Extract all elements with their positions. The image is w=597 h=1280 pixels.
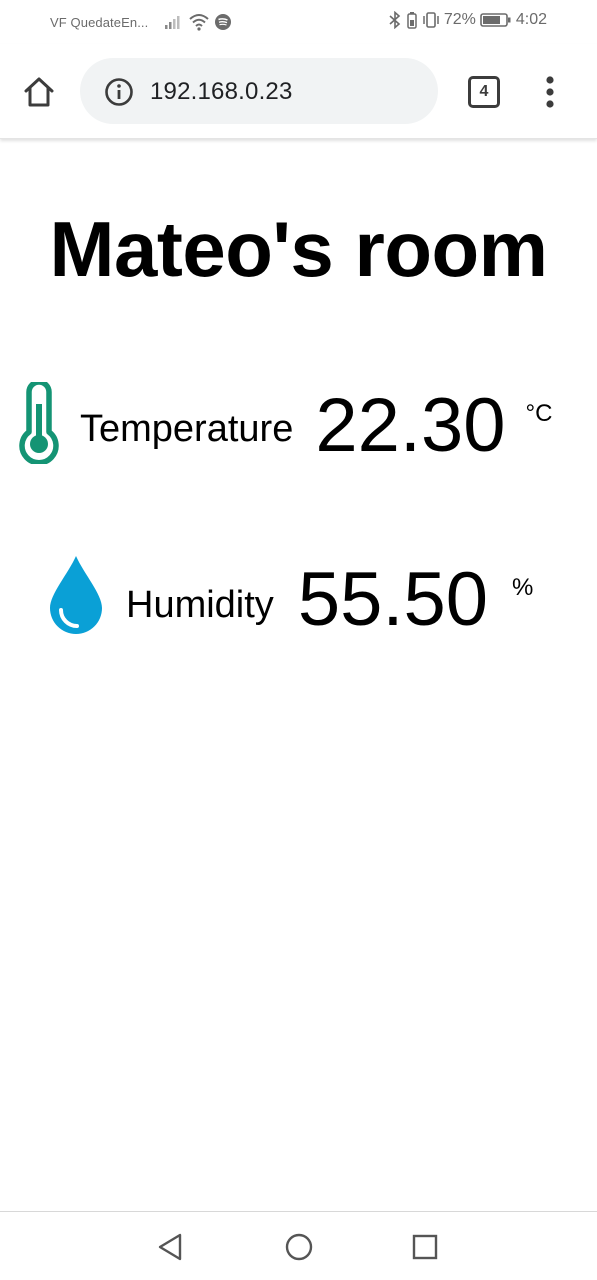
signal-icon bbox=[164, 14, 184, 30]
temperature-reading: Temperature 22.30 °C bbox=[18, 379, 553, 469]
home-button[interactable] bbox=[22, 75, 56, 109]
battery-saver-icon bbox=[406, 11, 418, 29]
temperature-label: Temperature bbox=[80, 408, 294, 450]
system-nav-bar bbox=[0, 1211, 597, 1280]
back-triangle-icon bbox=[158, 1233, 182, 1261]
bluetooth-icon bbox=[388, 11, 402, 29]
humidity-value: 55.50 bbox=[297, 557, 488, 642]
home-icon bbox=[24, 77, 54, 107]
humidity-unit: % bbox=[512, 574, 534, 601]
clock: 4:02 bbox=[515, 11, 547, 28]
spotify-icon bbox=[214, 13, 232, 31]
overflow-menu-button[interactable] bbox=[538, 74, 562, 110]
vibrate-icon bbox=[422, 11, 440, 29]
back-button[interactable] bbox=[156, 1232, 186, 1262]
browser-toolbar: 192.168.0.23 4 bbox=[0, 44, 597, 139]
battery-icon bbox=[480, 12, 512, 28]
address-bar[interactable]: 192.168.0.23 bbox=[80, 58, 438, 124]
humidity-reading: Humidity 55.50 % bbox=[46, 554, 533, 641]
tab-count: 4 bbox=[468, 76, 500, 108]
recents-square-icon bbox=[412, 1234, 438, 1260]
thermometer-icon bbox=[18, 379, 60, 469]
home-nav-button[interactable] bbox=[284, 1232, 314, 1262]
water-drop-icon bbox=[46, 554, 106, 641]
recents-button[interactable] bbox=[410, 1232, 440, 1262]
status-bar: VF QuedateEn... 72% 4:02 bbox=[0, 0, 597, 44]
battery-percent: 72% bbox=[443, 11, 476, 28]
wifi-icon bbox=[188, 13, 210, 31]
screen: VF QuedateEn... 72% 4:02 192.168.0.23 4 … bbox=[0, 0, 597, 1280]
temperature-unit: °C bbox=[525, 400, 553, 427]
page-title: Mateo's room bbox=[49, 205, 548, 293]
humidity-label: Humidity bbox=[126, 584, 274, 626]
status-right: 72% 4:02 bbox=[388, 11, 547, 29]
url-text[interactable]: 192.168.0.23 bbox=[150, 78, 293, 106]
site-info-icon[interactable] bbox=[104, 77, 134, 107]
carrier-name: VF QuedateEn... bbox=[50, 14, 149, 30]
status-icons-left bbox=[164, 13, 232, 31]
tab-switcher-button[interactable]: 4 bbox=[468, 76, 500, 108]
more-vert-icon bbox=[546, 76, 554, 108]
status-left: VF QuedateEn... bbox=[50, 13, 232, 31]
temperature-value: 22.30 bbox=[315, 383, 506, 468]
home-circle-icon bbox=[285, 1233, 313, 1261]
